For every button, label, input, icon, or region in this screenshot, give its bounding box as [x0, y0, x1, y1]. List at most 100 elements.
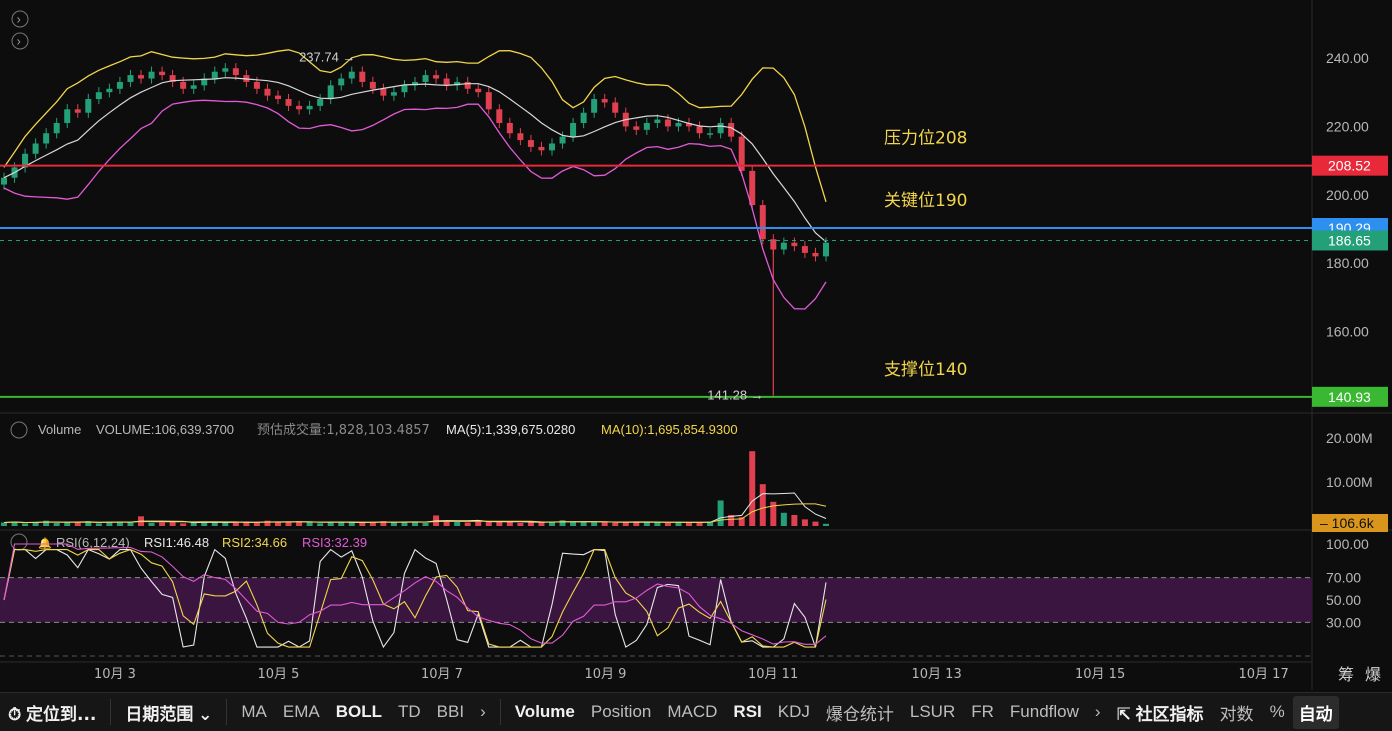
volume-bar: [749, 451, 756, 526]
volume-tag-label: – 106.6k: [1320, 515, 1375, 531]
volume-bar: [823, 523, 829, 526]
candle-body: [222, 68, 229, 72]
candle-body: [53, 122, 60, 134]
price-tick-label: 240.00: [1326, 50, 1369, 66]
volume-bar: [43, 520, 50, 526]
volume-bar: [390, 522, 397, 526]
candle-body: [506, 122, 513, 134]
sub-indicator-fr[interactable]: FR: [963, 702, 1002, 722]
sub-indicator-position[interactable]: Position: [583, 702, 659, 722]
sub-indicator-volume[interactable]: Volume: [507, 702, 583, 722]
date-range-dropdown[interactable]: 日期范围 ⌄: [117, 700, 220, 725]
candle-body: [148, 71, 155, 79]
volume-bar: [464, 522, 471, 526]
indicator-ema[interactable]: EMA: [275, 702, 328, 722]
divider: [499, 699, 501, 725]
volume-bar: [485, 521, 492, 526]
percent-scale-toggle[interactable]: %: [1262, 702, 1293, 722]
log-scale-toggle[interactable]: 对数: [1212, 700, 1262, 725]
locate-button[interactable]: ⏱ 定位到...: [0, 700, 104, 725]
candle-body: [180, 81, 187, 89]
candle-body: [422, 75, 429, 82]
price-level-annotation: 压力位208: [884, 129, 967, 149]
chevron-right-icon[interactable]: ›: [472, 702, 494, 722]
community-indicators-button[interactable]: ⇱ 社区指标: [1109, 700, 1212, 725]
candle-body: [728, 122, 735, 137]
sub-indicator-kdj[interactable]: KDJ: [770, 702, 818, 722]
candle-body: [106, 88, 113, 93]
candle-body: [116, 81, 123, 89]
candle-body: [812, 252, 819, 257]
sub-indicator-lsur[interactable]: LSUR: [902, 702, 963, 722]
bottom-toolbar: ⏱ 定位到... 日期范围 ⌄ MA EMA BOLL TD BBI › Vol…: [0, 692, 1392, 731]
volume-bar: [538, 522, 545, 526]
volume-bar: [454, 522, 461, 526]
volume-ma5-label: MA(5):1,339,675.0280: [446, 422, 575, 437]
x-tick-label: 10月 11: [748, 667, 798, 682]
candle-body: [496, 109, 503, 123]
chevron-right-icon[interactable]: ›: [1087, 702, 1109, 722]
volume-bars-group: [1, 451, 829, 526]
chevron-down-icon: ⌄: [198, 704, 213, 724]
volume-bar: [317, 523, 324, 526]
volume-ma5-line: [3, 492, 827, 524]
candle-body: [443, 78, 450, 86]
auto-scale-toggle[interactable]: 自动: [1292, 695, 1339, 729]
candle-body: [74, 109, 81, 113]
candle-body: [190, 85, 197, 89]
candle-body: [264, 88, 271, 96]
volume-bar: [506, 521, 513, 526]
x-tick-label: 10月 17: [1239, 667, 1289, 682]
candle-body: [348, 71, 355, 79]
x-tick-label: 10月 3: [94, 667, 136, 682]
candle-body: [601, 99, 608, 103]
candle-body: [538, 146, 545, 151]
volume-value-label: VOLUME:106,639.3700: [96, 422, 234, 437]
candle-body: [317, 99, 324, 106]
price-tick-label: 200.00: [1326, 187, 1369, 203]
volume-bar: [422, 522, 429, 526]
volume-bar: [812, 521, 819, 526]
x-tick-label: 10月 13: [912, 667, 962, 682]
volume-bar: [591, 522, 598, 526]
volume-estimate-label: 预估成交量:1,828,103.4857: [257, 422, 430, 438]
indicator-td[interactable]: TD: [390, 702, 429, 722]
price-tick-label: 160.00: [1326, 324, 1369, 340]
volume-bar: [285, 522, 292, 526]
volume-bar: [95, 523, 102, 526]
rsi2-label: RSI2:34.66: [222, 535, 287, 550]
volume-bar: [359, 522, 366, 526]
sub-indicator-macd[interactable]: MACD: [659, 702, 725, 722]
sub-indicator-liquidation[interactable]: 爆仓统计: [818, 700, 902, 725]
candle-body: [654, 119, 661, 123]
volume-legend-name: Volume: [38, 422, 81, 437]
rsi-tick-label: 30.00: [1326, 614, 1361, 630]
volume-ma10-line: [3, 503, 827, 523]
candle-body: [390, 92, 397, 96]
low-marker-label: 141.28 →: [707, 388, 763, 403]
liquidation-map-label: 爆: [1365, 665, 1381, 684]
x-tick-label: 10月 9: [585, 667, 627, 682]
volume-bar: [527, 522, 534, 526]
volume-bar: [1, 522, 7, 526]
candle-body: [43, 133, 50, 144]
volume-bar: [232, 522, 239, 526]
indicator-ma[interactable]: MA: [233, 702, 275, 722]
indicator-bbi[interactable]: BBI: [429, 702, 472, 722]
candle-body: [464, 81, 471, 89]
trading-chart[interactable]: 240.00 220.00 200.00 180.00 160.00 10月 3 10月 5…: [0, 0, 1392, 692]
candle-body: [633, 126, 640, 130]
candle-body: [759, 205, 766, 240]
candle-body: [211, 71, 218, 79]
sub-indicator-rsi[interactable]: RSI: [725, 702, 769, 722]
candle-body: [559, 136, 566, 144]
chevron-right-icon: ›: [17, 34, 21, 49]
volume-bar: [517, 522, 524, 526]
price-tag-label: 140.93: [1328, 389, 1371, 405]
candle-body: [285, 99, 292, 106]
candle-body: [696, 126, 703, 134]
volume-bar: [169, 522, 176, 526]
indicator-boll[interactable]: BOLL: [328, 702, 390, 722]
sub-indicator-fundflow[interactable]: Fundflow: [1002, 702, 1087, 722]
volume-ma10-label: MA(10):1,695,854.9300: [601, 422, 738, 437]
